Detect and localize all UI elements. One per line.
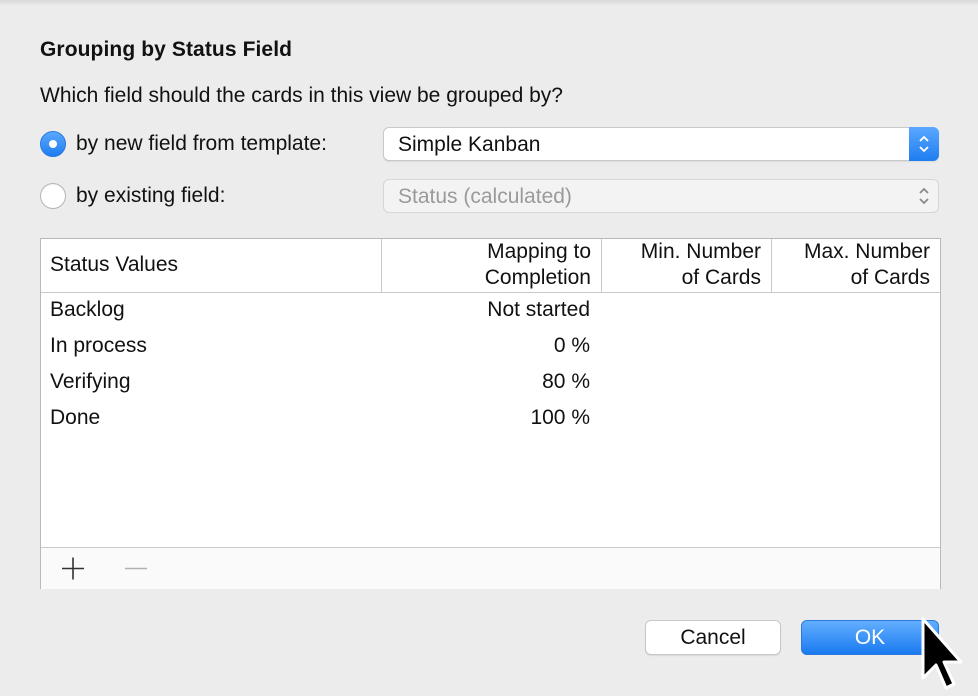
- table-row[interactable]: Backlog Not started: [41, 293, 940, 329]
- column-header-max-line2: of Cards: [850, 266, 930, 289]
- column-header-min-cards[interactable]: Min. Number of Cards: [601, 239, 771, 292]
- table-row[interactable]: In process 0 %: [41, 329, 940, 365]
- column-header-mapping[interactable]: Mapping to Completion: [381, 239, 601, 292]
- plus-icon: [62, 557, 84, 580]
- radio-new-field[interactable]: [40, 131, 66, 157]
- window-top-shadow: [0, 0, 978, 6]
- column-header-status-values[interactable]: Status Values: [41, 239, 381, 292]
- radio-existing-field-label: by existing field:: [76, 184, 226, 207]
- table-row[interactable]: Done 100 %: [41, 401, 940, 437]
- cell-status: Backlog: [50, 298, 125, 321]
- column-header-mapping-line1: Mapping to: [487, 240, 591, 263]
- cell-mapping[interactable]: Not started: [487, 298, 590, 322]
- ok-button[interactable]: OK: [801, 620, 939, 655]
- existing-field-popup: Status (calculated): [383, 179, 939, 213]
- column-header-max-cards[interactable]: Max. Number of Cards: [771, 239, 940, 292]
- updown-chevron-icon: [909, 127, 939, 161]
- cell-mapping[interactable]: 100 %: [530, 406, 590, 430]
- radio-new-field-label: by new field from template:: [76, 132, 327, 155]
- option-new-field[interactable]: by new field from template:: [40, 131, 327, 157]
- dialog-question: Which field should the cards in this vie…: [40, 84, 563, 107]
- cell-status: Done: [50, 406, 101, 429]
- updown-chevron-icon: [909, 179, 939, 213]
- existing-field-popup-value: Status (calculated): [398, 185, 572, 208]
- radio-existing-field[interactable]: [40, 183, 66, 209]
- template-popup-value: Simple Kanban: [398, 133, 541, 156]
- remove-row-button[interactable]: [105, 548, 167, 589]
- mouse-pointer-icon: [921, 617, 963, 690]
- column-header-min-line2: of Cards: [681, 266, 761, 289]
- cell-mapping[interactable]: 0 %: [554, 334, 590, 358]
- cancel-button[interactable]: Cancel: [645, 620, 781, 655]
- minus-icon: [125, 567, 147, 570]
- table-footer: [41, 547, 940, 589]
- dialog-title: Grouping by Status Field: [40, 38, 293, 61]
- column-header-mapping-line2: Completion: [484, 266, 591, 289]
- table-row[interactable]: Verifying 80 %: [41, 365, 940, 401]
- add-row-button[interactable]: [41, 548, 103, 589]
- cell-mapping[interactable]: 80 %: [542, 370, 590, 394]
- table-header: Status Values Mapping to Completion Min.…: [41, 239, 940, 293]
- status-values-table: Status Values Mapping to Completion Min.…: [40, 238, 941, 589]
- cell-status: Verifying: [50, 370, 131, 393]
- template-popup[interactable]: Simple Kanban: [383, 127, 939, 161]
- column-header-min-line1: Min. Number: [640, 240, 761, 263]
- column-header-status-values-label: Status Values: [50, 253, 179, 276]
- column-header-max-line1: Max. Number: [803, 240, 930, 263]
- option-existing-field[interactable]: by existing field:: [40, 183, 225, 209]
- cell-status: In process: [50, 334, 147, 357]
